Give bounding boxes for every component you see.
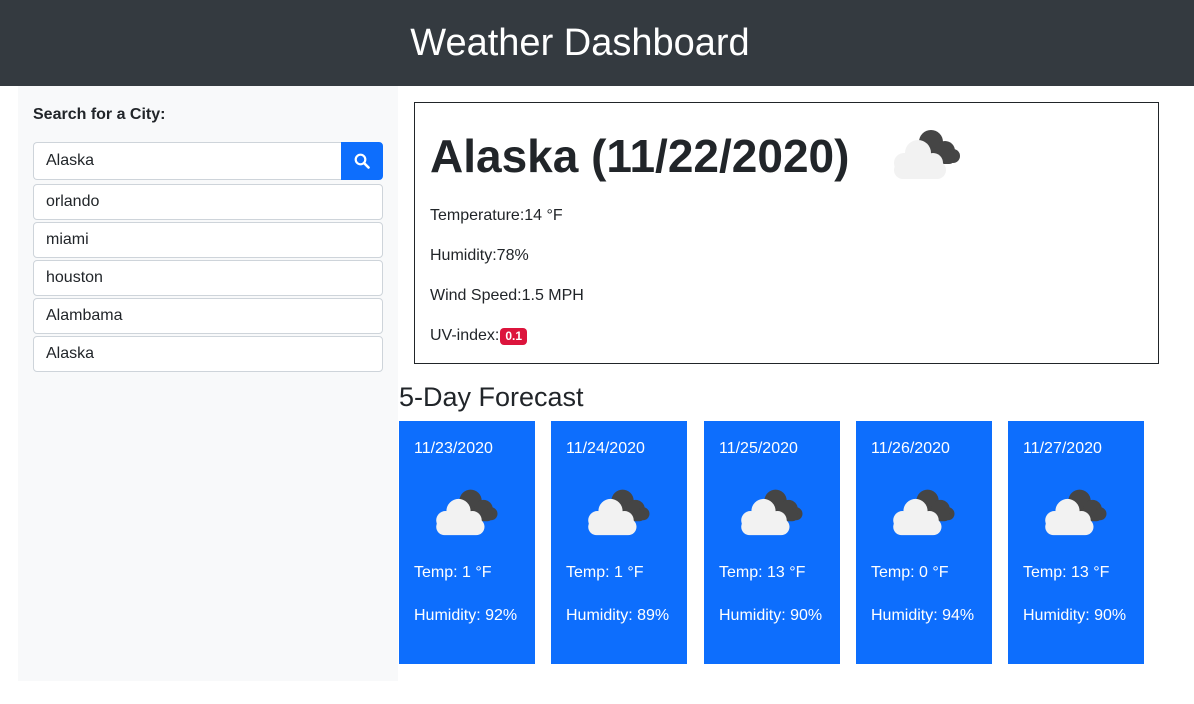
search-icon (354, 153, 370, 169)
history-item[interactable]: Alaska (33, 336, 383, 372)
forecast-date: 11/25/2020 (719, 440, 798, 457)
history-item[interactable]: houston (33, 260, 383, 296)
page-title: Weather Dashboard (410, 21, 750, 64)
navbar: Weather Dashboard (0, 0, 1194, 86)
search-history-list: orlando miami houston Alambama Alaska (33, 184, 383, 374)
forecast-date: 11/23/2020 (414, 440, 493, 457)
forecast-humidity: Humidity: 94% (871, 607, 975, 624)
forecast-temp: Temp: 13 °F (1023, 564, 1110, 581)
city-search-input[interactable] (33, 142, 341, 180)
current-wind-speed: Wind Speed:1.5 MPH (430, 287, 584, 304)
search-button[interactable] (341, 142, 383, 180)
forecast-temp: Temp: 13 °F (719, 564, 806, 581)
cloudy-icon (1045, 489, 1107, 536)
cloudy-icon (741, 489, 803, 536)
forecast-temp: Temp: 1 °F (414, 564, 492, 581)
forecast-humidity: Humidity: 90% (719, 607, 823, 624)
forecast-card: 11/25/2020 Temp: 13 °F Humidity: 90% (704, 421, 840, 664)
current-city-title: Alaska (11/22/2020) (430, 130, 850, 182)
forecast-humidity: Humidity: 92% (414, 607, 518, 624)
history-item[interactable]: orlando (33, 184, 383, 220)
forecast-date: 11/24/2020 (566, 440, 645, 457)
forecast-humidity: Humidity: 89% (566, 607, 670, 624)
forecast-card: 11/27/2020 Temp: 13 °F Humidity: 90% (1008, 421, 1144, 664)
cloudy-icon (893, 489, 955, 536)
cloudy-icon (894, 130, 960, 179)
cloudy-icon (436, 489, 498, 536)
current-temperature: Temperature:14 °F (430, 207, 563, 224)
history-item[interactable]: miami (33, 222, 383, 258)
search-label: Search for a City: (33, 106, 166, 123)
forecast-heading: 5-Day Forecast (399, 382, 584, 412)
uv-label: UV-index: (430, 327, 500, 344)
forecast-card: 11/24/2020 Temp: 1 °F Humidity: 89% (551, 421, 687, 664)
forecast-date: 11/26/2020 (871, 440, 950, 457)
forecast-temp: Temp: 0 °F (871, 564, 949, 581)
search-group (33, 142, 383, 180)
current-humidity: Humidity:78% (430, 247, 529, 264)
current-weather-card: Alaska (11/22/2020) Temperature:14 °F Hu… (414, 102, 1159, 364)
forecast-date: 11/27/2020 (1023, 440, 1102, 457)
forecast-card: 11/23/2020 Temp: 1 °F Humidity: 92% (399, 421, 535, 664)
current-uv-index: UV-index: 0.1 (430, 327, 528, 345)
history-item[interactable]: Alambama (33, 298, 383, 334)
uv-badge: 0.1 (500, 327, 528, 345)
sidebar: Search for a City: orlando miami houston… (18, 86, 398, 681)
forecast-card: 11/26/2020 Temp: 0 °F Humidity: 94% (856, 421, 992, 664)
cloudy-icon (588, 489, 650, 536)
forecast-temp: Temp: 1 °F (566, 564, 644, 581)
forecast-humidity: Humidity: 90% (1023, 607, 1127, 624)
